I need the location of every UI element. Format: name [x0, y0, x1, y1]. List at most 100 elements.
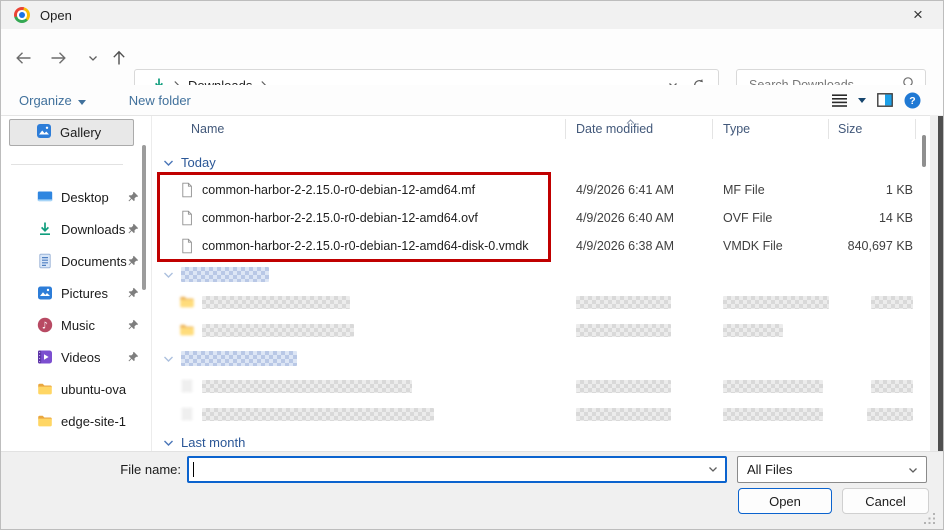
column-header-row: Name Date modified Type Size [153, 116, 931, 142]
list-scrollbar[interactable] [917, 116, 931, 451]
svg-text:♪: ♪ [42, 321, 48, 332]
recent-locations-button[interactable] [80, 46, 106, 70]
redacted-text [723, 296, 829, 309]
close-button[interactable]: × [899, 1, 937, 29]
file-type-value: All Files [747, 462, 793, 477]
group-header-last-month[interactable]: Last month [153, 428, 917, 451]
new-folder-button[interactable]: New folder [129, 93, 191, 108]
title-bar: Open × [1, 1, 943, 29]
organize-button[interactable]: Organize [19, 93, 86, 108]
file-type: VMDK File [713, 239, 829, 253]
redacted-text [576, 324, 671, 337]
file-row[interactable] [153, 316, 917, 344]
column-header-date-modified[interactable]: Date modified [566, 119, 713, 139]
help-icon[interactable]: ? [904, 92, 921, 109]
chrome-logo-icon [14, 7, 30, 23]
sidebar-scrollbar[interactable] [142, 145, 146, 290]
date-modified [566, 380, 713, 393]
group-header-today[interactable]: Today [153, 148, 917, 176]
file-name-dropdown-icon[interactable] [701, 466, 725, 473]
file-icon [179, 238, 195, 254]
resize-grip[interactable] [923, 512, 936, 525]
sidebar-divider [11, 164, 123, 165]
open-button[interactable]: Open [738, 488, 832, 514]
folder-icon [37, 413, 53, 429]
navigation-sidebar: Gallery Desktop Downloads Documents Picture… [1, 116, 152, 451]
main-area: Gallery Desktop Downloads Documents Picture… [1, 115, 943, 451]
file-type [713, 408, 829, 421]
up-button[interactable] [106, 46, 132, 70]
date-modified [566, 324, 713, 337]
date-modified: 4/9/2026 6:40 AM [566, 211, 713, 225]
pictures-icon [37, 285, 53, 301]
sidebar-item-pictures[interactable]: Pictures [1, 277, 151, 309]
file-type [713, 324, 829, 337]
group-header-redacted[interactable] [153, 344, 917, 372]
view-dropdown-icon[interactable] [858, 98, 866, 103]
sidebar-item-ubuntu-ova[interactable]: ubuntu-ova [1, 373, 151, 405]
file-row[interactable] [153, 372, 917, 400]
file-row[interactable]: common-harbor-2-2.15.0-r0-debian-12-amd6… [153, 176, 917, 204]
navigation-bar: Downloads [1, 29, 943, 85]
file-name: common-harbor-2-2.15.0-r0-debian-12-amd6… [202, 183, 475, 197]
sidebar-item-gallery[interactable]: Gallery [9, 119, 134, 146]
file-list-body: Today common-harbor-2-2.15.0-r0-debian-12… [153, 142, 917, 451]
redacted-text [867, 408, 913, 421]
sidebar-item-label: ubuntu-ova [61, 382, 126, 397]
file-name-input[interactable] [194, 458, 701, 481]
list-scrollbar-thumb[interactable] [922, 135, 926, 167]
file-type: MF File [713, 183, 829, 197]
file-row[interactable] [153, 400, 917, 428]
desktop-icon [37, 189, 53, 205]
open-file-dialog: Open × Downloads Organize New folder [0, 0, 944, 530]
file-row[interactable]: common-harbor-2-2.15.0-r0-debian-12-amd6… [153, 204, 917, 232]
svg-text:?: ? [909, 95, 915, 107]
file-size [829, 296, 916, 309]
list-view-icon[interactable] [832, 94, 847, 107]
redacted-text [576, 296, 671, 309]
pin-icon [127, 287, 139, 299]
file-type-select[interactable]: All Files [737, 456, 927, 483]
sidebar-item-edge-site-1[interactable]: edge-site-1 [1, 405, 151, 437]
pin-icon [127, 351, 139, 363]
cancel-button[interactable]: Cancel [842, 488, 929, 514]
chevron-down-icon [163, 267, 174, 282]
column-header-size[interactable]: Size [829, 119, 916, 139]
preview-pane-icon[interactable] [877, 93, 893, 107]
file-name-label: File name: [1, 462, 181, 477]
redacted-text [576, 380, 671, 393]
window-title: Open [40, 8, 72, 23]
sidebar-item-label: edge-site-1 [61, 414, 126, 429]
file-row[interactable]: common-harbor-2-2.15.0-r0-debian-12-amd6… [153, 232, 917, 260]
background-window-strip [938, 116, 943, 454]
group-header-redacted[interactable] [153, 260, 917, 288]
file-size [829, 380, 916, 393]
sidebar-item-label: Downloads [61, 222, 125, 237]
column-header-name[interactable]: Name [153, 119, 566, 139]
date-modified: 4/9/2026 6:38 AM [566, 239, 713, 253]
sidebar-item-downloads[interactable]: Downloads [1, 213, 151, 245]
pin-icon [127, 255, 139, 267]
forward-button[interactable] [45, 46, 71, 70]
pin-icon [127, 191, 139, 203]
redacted-text [871, 380, 913, 393]
pin-icon [127, 319, 139, 331]
redacted-text [202, 380, 412, 393]
column-header-type[interactable]: Type [713, 119, 829, 139]
file-row[interactable] [153, 288, 917, 316]
sidebar-item-videos[interactable]: Videos [1, 341, 151, 373]
sidebar-item-music[interactable]: ♪Music [1, 309, 151, 341]
date-modified: 4/9/2026 6:41 AM [566, 183, 713, 197]
sidebar-item-label: Gallery [60, 125, 101, 140]
folder-icon [179, 294, 195, 310]
file-size: 14 KB [829, 211, 916, 225]
sidebar-item-documents[interactable]: Documents [1, 245, 151, 277]
back-button[interactable] [10, 46, 36, 70]
sidebar-item-desktop[interactable]: Desktop [1, 181, 151, 213]
redacted-text [202, 324, 354, 337]
file-icon [179, 210, 195, 226]
sidebar-item-label: Pictures [61, 286, 108, 301]
organize-label: Organize [19, 93, 72, 108]
date-modified [566, 408, 713, 421]
redacted-text [181, 267, 269, 282]
